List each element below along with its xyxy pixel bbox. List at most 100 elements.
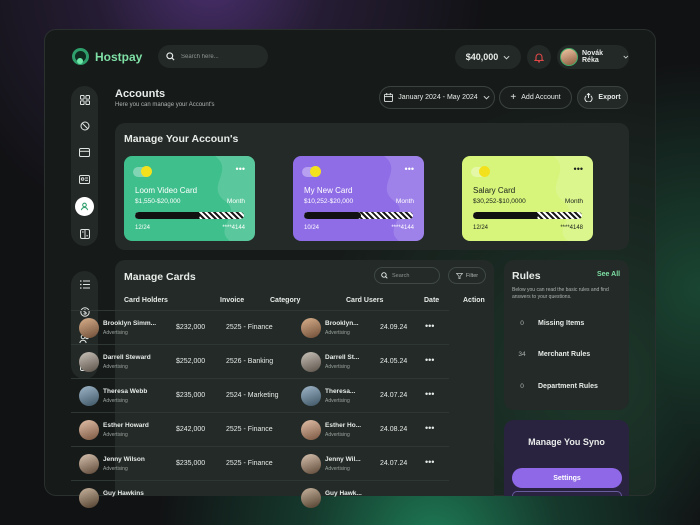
date-value: 24.07.24 [380,392,408,399]
row-action-button[interactable]: ••• [425,423,434,433]
table-row[interactable]: Darrell Steward Advertising $252,000 2526 -… [71,344,449,378]
avatar [79,318,99,338]
card-number: ****4144 [222,225,245,231]
sidebar-item-accounts[interactable] [75,197,94,216]
notifications-button[interactable] [527,45,551,69]
rule-item-merchant[interactable]: 34 Merchant Rules [512,343,624,366]
card-toggle[interactable] [471,166,490,177]
sidebar-item-cards[interactable] [75,143,94,162]
calculator-icon [79,228,90,239]
card-user-tag: Advertising [325,398,350,404]
card-user-name: Esther Ho... [325,422,362,429]
avatar [301,488,321,508]
sidebar-item-contacts[interactable] [75,170,94,189]
holder-tag: Advertising [103,466,128,472]
search-input[interactable] [181,53,261,60]
add-account-label: Add Account [521,94,561,101]
card-name: My New Card [304,186,353,195]
search-field[interactable] [158,45,268,68]
card-menu-button[interactable]: ••• [574,164,583,174]
sidebar-item-dashboard[interactable] [75,90,94,109]
rule-item-missing[interactable]: 0 Missing Items [512,312,624,335]
account-card[interactable]: ••• Loom Video Card $1,550-$20,000 Month 12/… [124,156,255,241]
sidebar-item-reports[interactable] [75,224,94,243]
card-progress-text: 10/24 [304,225,320,231]
see-all-link[interactable]: See All [597,271,620,278]
search-icon [166,52,175,61]
filter-button[interactable]: Filter [448,267,486,284]
cards-search-input[interactable] [392,272,436,279]
chevron-down-icon [483,95,490,100]
logo-icon [72,48,89,65]
page-title: Accounts [115,88,166,100]
row-action-button[interactable]: ••• [425,389,434,399]
card-progress-bar [473,212,582,219]
export-button[interactable]: Export [577,86,628,109]
card-toggle[interactable] [302,166,321,177]
holder-name: Theresa Webb [103,388,148,395]
secondary-button[interactable] [512,491,622,496]
holder-name: Guy Hawkins [103,490,144,497]
date-range-label: January 2024 - May 2024 [398,94,478,101]
date-range-picker[interactable]: January 2024 - May 2024 [379,86,495,109]
table-row[interactable]: Guy Hawkins Guy Hawk... [71,480,449,514]
row-action-button[interactable]: ••• [425,321,434,331]
holder-tag: Advertising [103,432,128,438]
sidebar-item-payments[interactable] [75,116,94,135]
card-toggle[interactable] [133,166,152,177]
row-action-button[interactable]: ••• [425,457,434,467]
account-card[interactable]: ••• My New Card $10,252-$20,000 Month 10/24 *… [293,156,424,241]
cards-search-field[interactable] [374,267,440,284]
sidebar-item-list[interactable] [75,275,94,294]
col-invoice[interactable]: Invoice [220,297,244,304]
table-row[interactable]: Theresa Webb Advertising $235,000 2524 - Ma… [71,378,449,412]
category-value: 2525 - Finance [226,324,273,331]
sidebar-primary [71,86,98,246]
col-action[interactable]: Action [463,297,485,304]
logo[interactable]: Hostpay [72,48,142,65]
table-row[interactable]: Esther Howard Advertising $242,000 2525 - F… [71,412,449,446]
holder-tag: Advertising [103,398,128,404]
category-value: 2525 - Finance [226,426,273,433]
avatar [79,488,99,508]
rule-item-department[interactable]: 0 Department Rules [512,375,624,398]
avatar [301,352,321,372]
chevron-down-icon [503,55,510,60]
card-menu-button[interactable]: ••• [405,164,414,174]
card-user-name: Brooklyn... [325,320,359,327]
card-period: Month [395,198,414,205]
add-account-button[interactable]: + Add Account [499,86,572,109]
chevron-down-icon [623,55,629,59]
col-date[interactable]: Date [424,297,439,304]
table-row[interactable]: Brooklyn Simm... Advertising $232,000 2525 … [71,310,449,344]
card-period: Month [226,198,245,205]
user-icon [80,202,89,211]
balance-dropdown[interactable]: $40,000 [455,45,521,69]
account-card[interactable]: ••• Salary Card $30,252-$10,0000 Month 12/24… [462,156,593,241]
rules-subtitle: Below you can read the basic rules and f… [512,287,609,300]
avatar [301,318,321,338]
card-number: ****4144 [391,225,414,231]
card-range: $1,550-$20,000 [135,198,181,205]
holder-name: Darrell Steward [103,354,151,361]
card-user-tag: Advertising [325,466,350,472]
rule-label: Merchant Rules [538,351,591,358]
row-action-button[interactable]: ••• [425,355,434,365]
col-category[interactable]: Category [270,297,300,304]
user-name: Novák Réka [582,50,604,64]
user-menu[interactable]: Novák Réka [557,45,629,69]
settings-button[interactable]: Settings [512,468,622,488]
table-row[interactable]: Jenny Wilson Advertising $235,000 2525 - Fi… [71,446,449,480]
avatar [79,420,99,440]
rule-count: 34 [518,351,526,358]
col-card-users[interactable]: Card Users [346,297,383,304]
avatar [79,454,99,474]
rules-title: Rules [512,270,541,282]
card-menu-button[interactable]: ••• [236,164,245,174]
card-user-tag: Advertising [325,364,350,370]
category-value: 2525 - Finance [226,460,273,467]
avatar [301,420,321,440]
invoice-value: $235,000 [176,392,206,399]
col-card-holders[interactable]: Card Holders [124,297,168,304]
category-value: 2526 - Banking [226,358,274,365]
